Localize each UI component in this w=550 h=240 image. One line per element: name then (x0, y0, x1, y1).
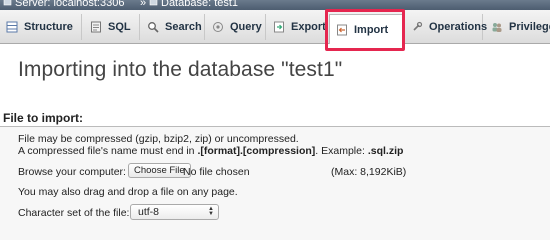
tab-privileges-label: Privileges (509, 21, 550, 33)
search-icon (147, 21, 159, 33)
compression-format-prefix: A compressed file's name must end in (18, 145, 198, 157)
choose-file-button[interactable]: Choose File (128, 163, 191, 178)
tab-export-label: Export (291, 21, 326, 33)
sql-icon (90, 21, 102, 33)
operations-icon (411, 21, 423, 33)
tab-privileges[interactable]: Privileges (485, 14, 550, 40)
compression-format-pattern: .[format].[compression] (197, 145, 316, 157)
tab-query-label: Query (230, 21, 262, 33)
breadcrumb-database-label: Database: test1 (161, 0, 239, 9)
database-icon (149, 0, 158, 6)
drag-drop-hint: You may also drag and drop a file on any… (18, 186, 238, 198)
tab-search-label: Search (165, 21, 202, 33)
compression-format-note: A compressed file's name must end in .[f… (18, 145, 403, 157)
compression-format-example: .sql.zip (367, 145, 404, 157)
compression-format-mid: . Example: (315, 145, 368, 157)
tab-sql[interactable]: SQL (84, 14, 140, 40)
tab-structure-label: Structure (24, 21, 73, 33)
breadcrumb: Server: localhost:3306 » Database: test1 (0, 0, 550, 10)
export-icon (273, 21, 285, 33)
query-icon (212, 21, 224, 33)
tab-structure[interactable]: Structure (0, 14, 82, 40)
tab-operations-label: Operations (429, 21, 488, 33)
browse-label: Browse your computer: (18, 166, 126, 178)
page-title: Importing into the database "test1" (18, 58, 343, 81)
charset-label: Character set of the file: (18, 207, 130, 219)
tab-operations[interactable]: Operations (405, 14, 487, 40)
tab-query[interactable]: Query (206, 14, 266, 40)
server-icon (3, 0, 12, 6)
charset-select-value: utf-8 (138, 206, 160, 218)
breadcrumb-server[interactable]: Server: localhost:3306 (3, 0, 124, 10)
compression-note: File may be compressed (gzip, bzip2, zip… (18, 133, 299, 145)
tab-search[interactable]: Search (141, 14, 205, 40)
breadcrumb-server-label: Server: localhost:3306 (15, 0, 125, 9)
tab-sql-label: SQL (108, 21, 131, 33)
breadcrumb-separator: » (140, 0, 147, 9)
no-file-chosen-text: No file chosen (183, 166, 250, 178)
privileges-icon (491, 21, 503, 33)
select-arrows-icon: ▲ ▼ (208, 206, 214, 217)
tab-export[interactable]: Export (267, 14, 326, 40)
breadcrumb-database[interactable]: Database: test1 (149, 0, 238, 10)
section-title: File to import: (3, 111, 83, 125)
max-size-text: (Max: 8,192KiB) (331, 166, 407, 178)
charset-select[interactable]: utf-8 ▲ ▼ (130, 204, 219, 220)
structure-icon (6, 21, 18, 33)
import-tab-highlight (325, 9, 405, 51)
tab-bar: Structure SQL Search Query Export Import (0, 10, 550, 44)
